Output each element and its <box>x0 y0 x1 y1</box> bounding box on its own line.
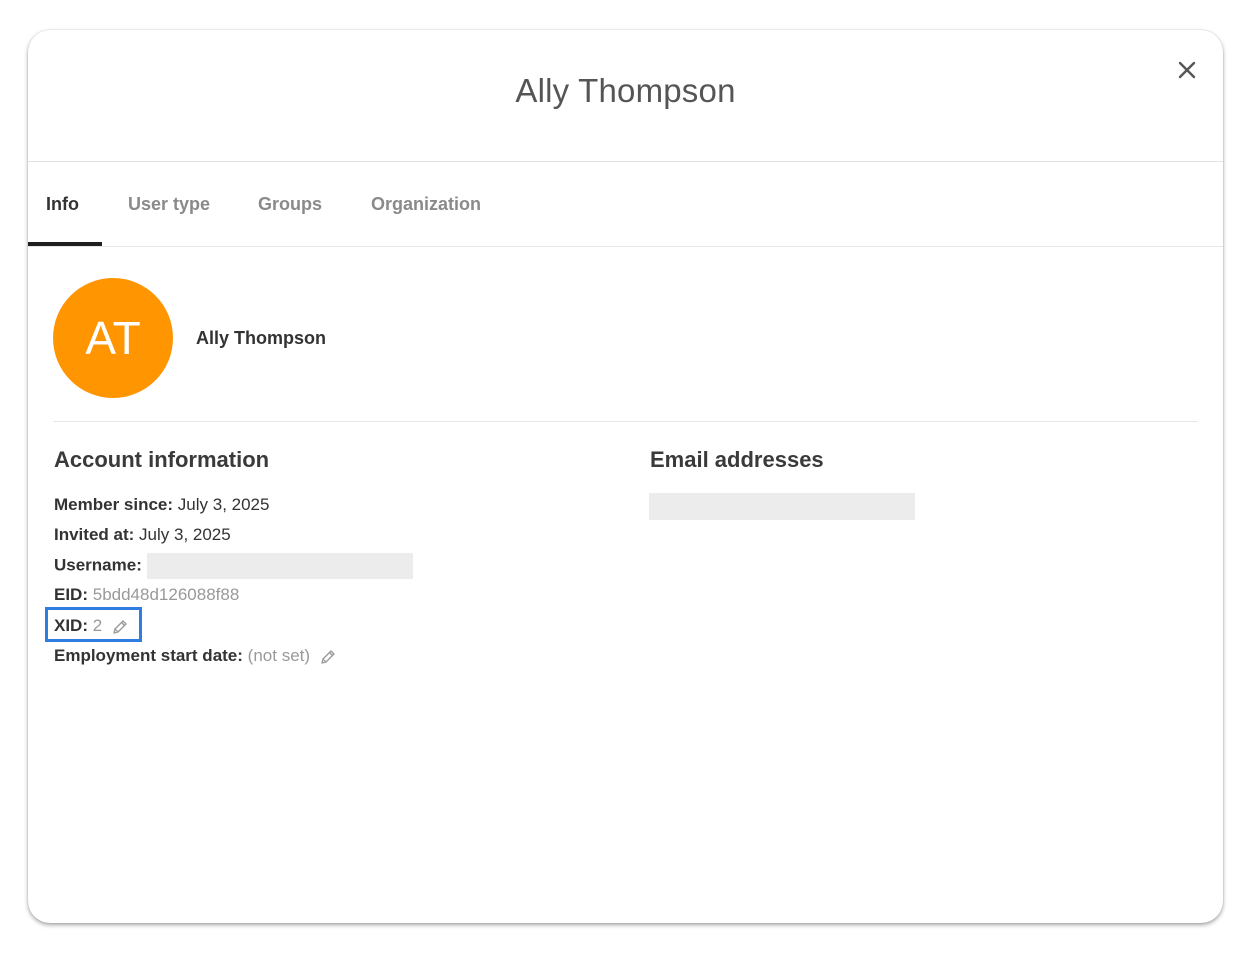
user-profile-modal: Ally Thompson Info User type Groups Orga… <box>28 30 1223 923</box>
section-divider <box>53 421 1198 422</box>
close-icon <box>1178 61 1196 79</box>
invited-at-label: Invited at: <box>54 525 135 544</box>
redacted-username <box>146 553 413 579</box>
xid-highlight-box <box>45 607 142 642</box>
username-label: Username: <box>54 555 142 575</box>
modal-header: Ally Thompson <box>28 30 1223 162</box>
active-tab-indicator <box>28 242 102 246</box>
account-information-heading: Account information <box>54 447 270 472</box>
edit-employment-start-button[interactable] <box>319 648 337 666</box>
employment-start-value: (not set) <box>247 646 311 665</box>
profile-name: Ally Thompson <box>196 328 326 348</box>
invited-at-row: Invited at: July 3, 2025 <box>54 523 231 547</box>
username-row: Username: <box>54 553 413 579</box>
eid-value: 5bdd48d126088f88 <box>92 585 240 604</box>
close-button[interactable] <box>1173 56 1201 84</box>
tab-info[interactable]: Info <box>46 162 79 246</box>
eid-row: EID: 5bdd48d126088f88 <box>54 583 239 607</box>
avatar: AT <box>53 278 173 398</box>
tab-groups[interactable]: Groups <box>258 162 322 246</box>
tab-bar: Info User type Groups Organization <box>28 162 1223 247</box>
pencil-icon <box>321 649 335 664</box>
member-since-value: July 3, 2025 <box>177 495 270 514</box>
employment-start-label: Employment start date: <box>54 646 243 665</box>
tab-organization[interactable]: Organization <box>371 162 481 246</box>
employment-start-row: Employment start date: (not set) <box>54 644 337 668</box>
modal-title: Ally Thompson <box>515 72 736 109</box>
invited-at-value: July 3, 2025 <box>139 525 231 544</box>
email-addresses-heading: Email addresses <box>650 447 824 472</box>
redacted-email <box>649 493 915 520</box>
tab-user-type[interactable]: User type <box>128 162 210 246</box>
eid-label: EID: <box>54 585 88 604</box>
member-since-row: Member since: July 3, 2025 <box>54 493 269 517</box>
member-since-label: Member since: <box>54 495 174 514</box>
